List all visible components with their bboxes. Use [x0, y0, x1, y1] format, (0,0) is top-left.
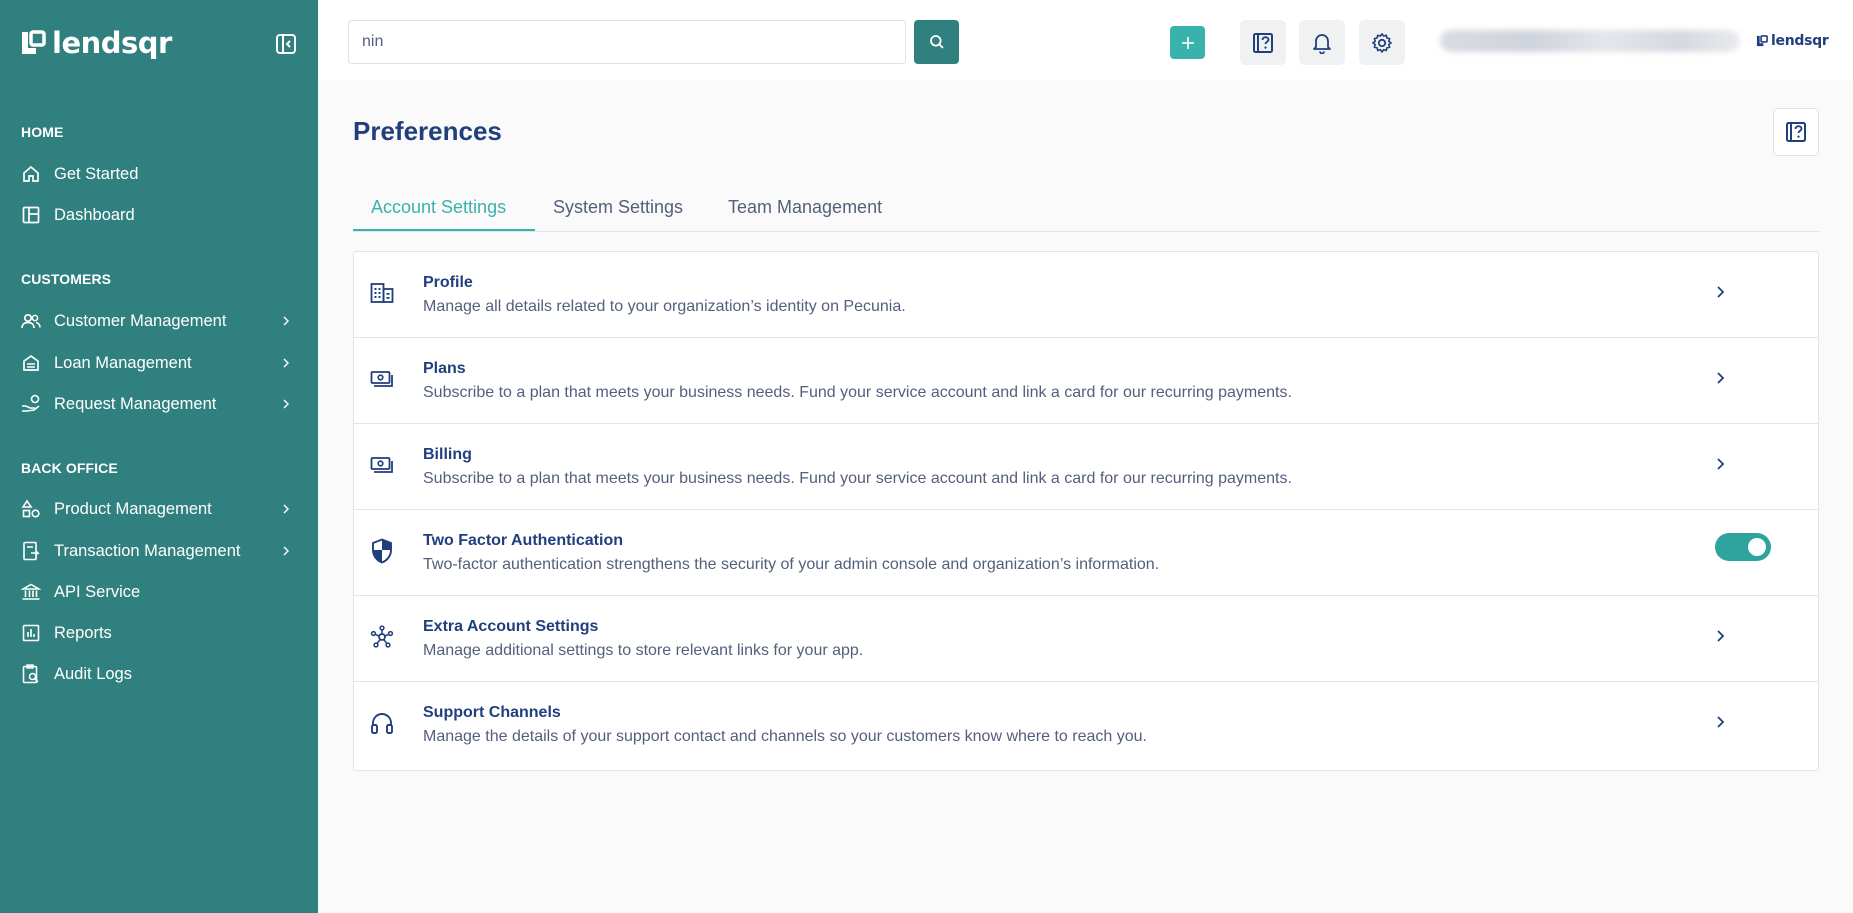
row-description: Manage the details of your support conta… [423, 728, 1147, 745]
user-menu[interactable] [1440, 30, 1740, 52]
product-icon [21, 499, 41, 519]
active-tab-indicator [353, 229, 535, 231]
sidebar-item-label: Transaction Management [54, 541, 241, 560]
page-title: Preferences [353, 116, 502, 146]
two-factor-toggle[interactable] [1715, 533, 1771, 561]
notifications-button[interactable] [1299, 20, 1345, 65]
tab-system-settings[interactable]: System Settings [553, 197, 683, 218]
row-title: Support Channels [423, 704, 561, 721]
tab-team-management[interactable]: Team Management [728, 197, 882, 218]
settings-row-plans[interactable]: Plans Subscribe to a plan that meets you… [354, 338, 1818, 424]
lendsqr-logo-icon [1756, 35, 1768, 47]
reports-icon [21, 623, 41, 643]
row-description: Subscribe to a plan that meets your busi… [423, 384, 1292, 401]
row-title: Extra Account Settings [423, 618, 599, 635]
help-icon [1786, 122, 1806, 142]
tab-account-settings[interactable]: Account Settings [371, 197, 506, 218]
collapse-sidebar-icon[interactable] [275, 33, 297, 55]
sidebar-item-label: Get Started [54, 164, 139, 183]
chevron-right-icon[interactable] [1713, 715, 1727, 729]
sidebar-item-product-management[interactable]: Product Management [21, 494, 299, 524]
bell-icon [1313, 33, 1331, 54]
chevron-right-icon [283, 504, 289, 514]
sidebar-item-get-started[interactable]: Get Started [21, 159, 299, 189]
sidebar-item-label: Product Management [54, 499, 212, 518]
sidebar-item-api-service[interactable]: API Service [21, 577, 299, 607]
search-button[interactable] [914, 20, 959, 64]
page-help-button[interactable] [1773, 108, 1819, 156]
money-icon [370, 452, 394, 478]
settings-row-support-channels[interactable]: Support Channels Manage the details of y… [354, 682, 1818, 768]
sidebar-item-label: API Service [54, 582, 141, 601]
settings-row-extra-account-settings[interactable]: Extra Account Settings Manage additional… [354, 596, 1818, 682]
sidebar-item-label: Audit Logs [54, 664, 132, 683]
bank-icon [21, 582, 41, 602]
chevron-right-icon [283, 316, 289, 326]
nav-section-customers: CUSTOMERS [21, 271, 112, 287]
sidebar-item-audit-logs[interactable]: Audit Logs [21, 659, 299, 689]
nav-section-home: HOME [21, 124, 64, 140]
chevron-right-icon[interactable] [1713, 371, 1727, 385]
dashboard-icon [21, 205, 41, 225]
request-icon [21, 394, 41, 414]
chevron-right-icon[interactable] [1713, 285, 1727, 299]
row-title: Plans [423, 360, 466, 377]
org-logo-text: lendsqr [1771, 33, 1829, 49]
row-title: Billing [423, 446, 472, 463]
home-icon [21, 164, 41, 184]
row-description: Two-factor authentication strengthens th… [423, 556, 1160, 573]
sidebar-item-transaction-management[interactable]: Transaction Management [21, 536, 299, 566]
settings-button[interactable] [1359, 20, 1405, 65]
chevron-right-icon [283, 546, 289, 556]
search-input[interactable] [348, 20, 906, 64]
row-title: Two Factor Authentication [423, 532, 623, 549]
row-title: Profile [423, 274, 473, 291]
top-bar: lendsqr [318, 0, 1853, 80]
sidebar-item-loan-management[interactable]: Loan Management [21, 348, 299, 378]
sidebar-item-customer-management[interactable]: Customer Management [21, 306, 299, 336]
loan-icon [21, 353, 41, 373]
row-description: Manage all details related to your organ… [423, 298, 906, 315]
sidebar-item-label: Dashboard [54, 205, 135, 224]
nav-section-back-office: BACK OFFICE [21, 460, 118, 476]
headset-icon [370, 710, 394, 736]
brand-name: lendsqr [52, 26, 172, 60]
help-button[interactable] [1240, 20, 1286, 65]
sidebar-item-label: Reports [54, 623, 112, 642]
money-icon [370, 366, 394, 392]
settings-row-profile[interactable]: Profile Manage all details related to yo… [354, 252, 1818, 338]
sidebar-item-label: Loan Management [54, 353, 192, 372]
gear-icon [1372, 32, 1392, 53]
sidebar-item-dashboard[interactable]: Dashboard [21, 200, 299, 230]
plus-icon [1181, 36, 1194, 49]
network-icon [370, 624, 394, 650]
org-logo: lendsqr [1756, 33, 1829, 49]
help-icon [1253, 32, 1273, 53]
sidebar-item-label: Customer Management [54, 311, 227, 330]
chevron-right-icon [283, 358, 289, 368]
lendsqr-logo-icon [22, 30, 46, 54]
settings-list: Profile Manage all details related to yo… [353, 251, 1819, 771]
sidebar: lendsqr HOME Get Started Dashboard CUSTO… [0, 0, 318, 913]
sidebar-item-reports[interactable]: Reports [21, 618, 299, 648]
settings-row-billing[interactable]: Billing Subscribe to a plan that meets y… [354, 424, 1818, 510]
chevron-right-icon[interactable] [1713, 629, 1727, 643]
toggle-knob [1748, 538, 1766, 556]
settings-row-two-factor-authentication: Two Factor Authentication Two-factor aut… [354, 510, 1818, 596]
users-icon [21, 311, 41, 331]
shield-icon [370, 538, 394, 564]
add-button[interactable] [1170, 26, 1205, 59]
preferences-tabs: Account Settings System Settings Team Ma… [353, 189, 1819, 232]
transaction-icon [21, 541, 41, 561]
row-description: Subscribe to a plan that meets your busi… [423, 470, 1292, 487]
sidebar-item-label: Request Management [54, 394, 217, 413]
brand-logo[interactable]: lendsqr [20, 26, 172, 60]
audit-icon [21, 664, 41, 684]
building-icon [370, 280, 394, 306]
row-description: Manage additional settings to store rele… [423, 642, 864, 659]
chevron-right-icon [283, 399, 289, 409]
chevron-right-icon[interactable] [1713, 457, 1727, 471]
sidebar-item-request-management[interactable]: Request Management [21, 389, 299, 419]
search-icon [929, 35, 944, 49]
